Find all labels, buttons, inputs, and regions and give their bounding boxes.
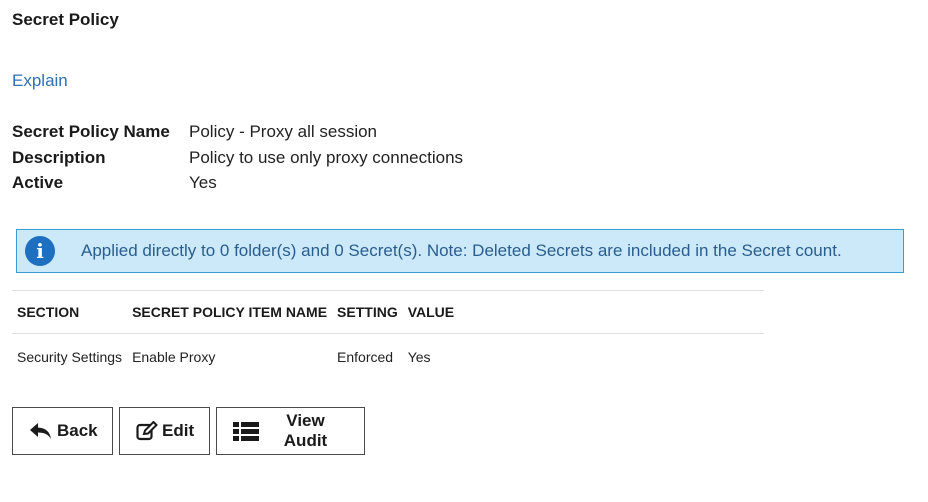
table-row: Security Settings Enable Proxy Enforced … (12, 334, 764, 381)
info-icon: i (25, 236, 55, 266)
detail-label: Description (12, 147, 106, 167)
table-header-row: SECTION SECRET POLICY ITEM NAME SETTING … (12, 290, 764, 334)
detail-label: Active (12, 173, 64, 192)
detail-value: Policy - Proxy all session (189, 122, 378, 141)
cell-section: Security Settings (17, 349, 123, 365)
detail-row-description: Description Policy to use only proxy con… (12, 145, 463, 171)
reply-arrow-icon (29, 422, 53, 440)
detail-value: Yes (189, 173, 217, 192)
action-buttons: Back Edit View Audit (12, 407, 365, 455)
policy-details: Secret Policy Name Policy - Proxy all se… (12, 119, 463, 196)
view-audit-button-label: View Audit (283, 411, 328, 450)
edit-button-label: Edit (162, 421, 195, 440)
info-alert-text: Applied directly to 0 folder(s) and 0 Se… (81, 241, 842, 260)
edit-button[interactable]: Edit (119, 407, 210, 455)
column-header-value: VALUE (402, 290, 764, 334)
detail-row-active: Active Yes (12, 170, 463, 196)
column-header-item-name: SECRET POLICY ITEM NAME (127, 290, 333, 334)
detail-value: Policy to use only proxy connections (189, 147, 464, 167)
back-button-label: Back (57, 421, 98, 440)
policy-items-table: SECTION SECRET POLICY ITEM NAME SETTING … (12, 290, 764, 380)
column-header-setting: SETTING (332, 290, 403, 334)
cell-item-name: Enable Proxy (132, 349, 216, 365)
column-header-section: SECTION (12, 290, 128, 334)
view-audit-button[interactable]: View Audit (216, 407, 365, 455)
cell-setting: Enforced (337, 349, 394, 365)
edit-icon (136, 421, 158, 441)
page-title: Secret Policy (12, 10, 119, 29)
detail-label: Secret Policy Name (12, 122, 170, 141)
cell-value: Yes (407, 349, 431, 365)
detail-row-policy-name: Secret Policy Name Policy - Proxy all se… (12, 119, 463, 145)
list-icon (233, 421, 259, 441)
back-button[interactable]: Back (12, 407, 113, 455)
info-alert: i Applied directly to 0 folder(s) and 0 … (16, 229, 904, 273)
explain-link[interactable]: Explain (12, 71, 68, 91)
